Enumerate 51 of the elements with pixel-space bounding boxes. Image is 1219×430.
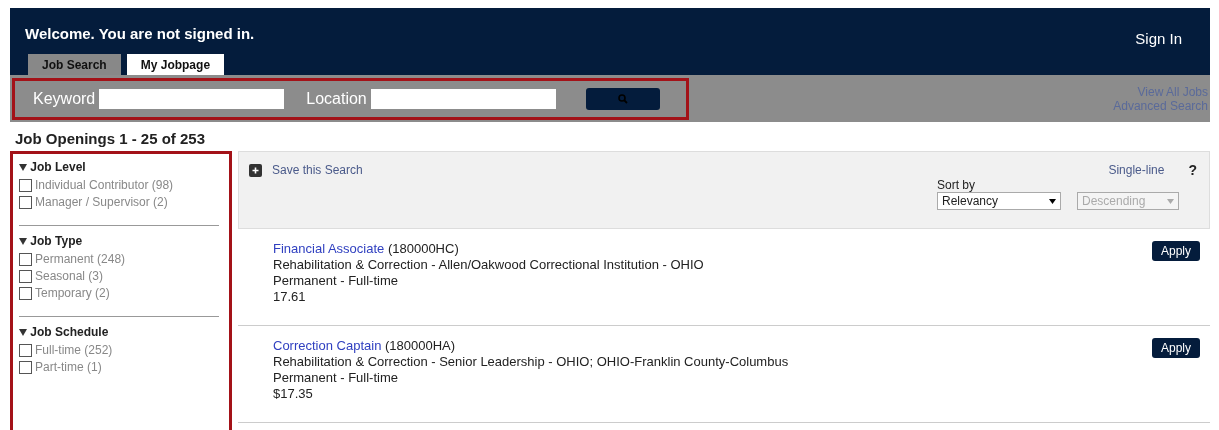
search-button[interactable] — [585, 87, 660, 110]
welcome-text: Welcome. You are not signed in. — [25, 25, 255, 42]
filter-heading[interactable]: Job Schedule — [19, 325, 219, 339]
save-search-link[interactable]: Save this Search — [272, 163, 363, 177]
job-pay: 17.61 — [273, 289, 307, 305]
job-type: Permanent - Full-time — [273, 370, 399, 386]
job-location: Rehabilitation & Correction - Senior Leadership - OHIO; OHIO-Franklin County-Columbus — [273, 354, 789, 370]
view-mode-link[interactable]: Single-line — [1108, 163, 1165, 177]
filter-option[interactable]: Manager / Supervisor (2) — [35, 194, 168, 211]
location-label: Location — [306, 89, 367, 108]
apply-button[interactable]: Apply — [1151, 338, 1200, 358]
triangle-icon — [19, 238, 27, 245]
help-link[interactable]: ? — [1188, 162, 1197, 178]
filter-heading[interactable]: Job Level — [19, 160, 219, 174]
job-code: (180000HA) — [385, 338, 456, 353]
filter-option[interactable]: Part-time (1) — [35, 359, 102, 376]
triangle-icon — [19, 329, 27, 336]
checkbox[interactable] — [19, 179, 32, 192]
job-pay: $17.35 — [273, 386, 314, 402]
caret-icon — [1167, 198, 1174, 204]
caret-icon — [1049, 198, 1056, 204]
plus-icon[interactable] — [249, 163, 262, 177]
filter-option[interactable]: Individual Contributor (98) — [35, 177, 174, 194]
location-field[interactable] — [370, 88, 556, 109]
checkbox[interactable] — [19, 253, 32, 266]
checkbox[interactable] — [19, 270, 32, 283]
keyword-label: Keyword — [33, 89, 96, 108]
job-location: Rehabilitation & Correction - Allen/Oakwood Correctional Institution - OHIO — [273, 257, 704, 273]
search-icon — [617, 93, 628, 104]
job-title-link[interactable]: Correction Captain — [273, 338, 382, 353]
filter-option[interactable]: Seasonal (3) — [35, 268, 104, 285]
sort-dropdown[interactable]: Relevancy — [937, 192, 1061, 210]
sign-in-link[interactable]: Sign In — [1135, 30, 1182, 47]
triangle-icon — [19, 164, 27, 171]
tab[interactable]: Job Search — [28, 54, 121, 75]
checkbox[interactable] — [19, 361, 32, 374]
sort-label: Sort by — [937, 178, 976, 192]
checkbox[interactable] — [19, 287, 32, 300]
filter-option[interactable]: Full-time (252) — [35, 342, 113, 359]
results-title: Job Openings 1 - 25 of 253 — [14, 129, 207, 149]
checkbox[interactable] — [19, 196, 32, 209]
job-type: Permanent - Full-time — [273, 273, 399, 289]
apply-button[interactable]: Apply — [1151, 241, 1200, 261]
job-code: (180000HC) — [387, 241, 459, 256]
filter-heading[interactable]: Job Type — [19, 234, 219, 248]
tab[interactable]: My Jobpage — [126, 54, 225, 75]
keyword-field[interactable] — [99, 88, 285, 109]
job-title-link[interactable]: Financial Associate — [273, 241, 385, 256]
filter-option[interactable]: Permanent (248) — [35, 251, 126, 268]
checkbox[interactable] — [19, 344, 32, 357]
filter-option[interactable]: Temporary (2) — [35, 285, 110, 302]
